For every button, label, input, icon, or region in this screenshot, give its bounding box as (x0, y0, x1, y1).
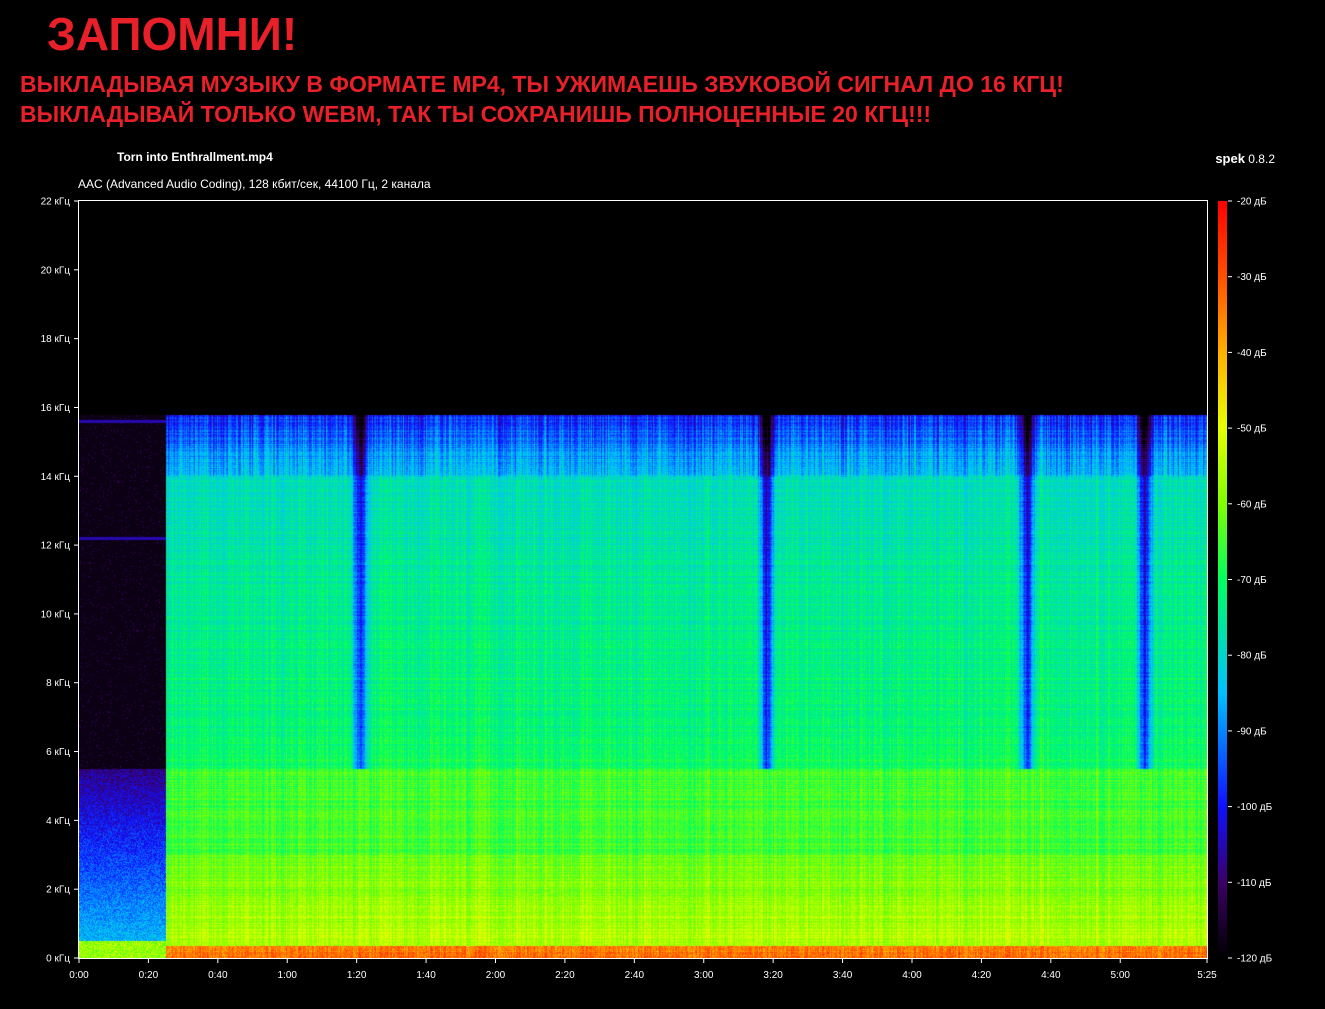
y-tick-label: 14 кГц (41, 472, 71, 483)
colorbar-tick-label: -20 дБ (1237, 197, 1267, 208)
y-tick-label: 12 кГц (41, 541, 71, 552)
x-tick-label: 4:00 (902, 970, 922, 981)
colorbar-tick-label: -50 дБ (1237, 424, 1267, 435)
y-axis: 0 кГц 2 кГц 4 кГц 6 кГц 8 кГц 10 кГц 12 кГц 14 … (41, 197, 78, 965)
colorbar-axis: -20 дБ -30 дБ -40 дБ -50 дБ -60 дБ -70 дБ -80 … (1228, 197, 1273, 965)
spectrogram-area (79, 201, 1207, 958)
colorbar-tick-label: -120 дБ (1237, 954, 1273, 965)
y-tick-label: 18 кГц (41, 334, 71, 345)
x-tick-label: 4:20 (972, 970, 992, 981)
x-tick-label: 2:00 (486, 970, 506, 981)
colorbar-tick-label: -90 дБ (1237, 726, 1267, 737)
x-tick-label: 5:25 (1197, 970, 1217, 981)
y-tick-label: 10 кГц (41, 609, 71, 620)
y-tick-label: 16 кГц (41, 403, 71, 414)
colorbar-tick-label: -110 дБ (1237, 878, 1272, 889)
y-tick-label: 0 кГц (46, 954, 70, 965)
spectrogram-canvas (79, 201, 1207, 958)
x-tick-label: 5:00 (1110, 970, 1130, 981)
x-tick-label: 1:20 (347, 970, 367, 981)
colorbar-tick-label: -60 дБ (1237, 499, 1267, 510)
y-tick-label: 6 кГц (46, 747, 70, 758)
y-tick-label: 20 кГц (41, 265, 71, 276)
x-tick-label: 0:00 (69, 970, 89, 981)
x-tick-label: 3:40 (833, 970, 853, 981)
x-tick-label: 0:40 (208, 970, 228, 981)
colorbar-tick-label: -40 дБ (1237, 348, 1267, 359)
colorbar-tick-label: -30 дБ (1237, 272, 1267, 283)
x-tick-label: 3:20 (763, 970, 783, 981)
y-tick-label: 4 кГц (46, 816, 70, 827)
spectrogram-chart: 0 кГц 2 кГц 4 кГц 6 кГц 8 кГц 10 кГц 12 кГц 14 … (41, 197, 1273, 982)
x-axis: 0:00 0:20 0:40 1:00 1:20 1:40 2:00 2:20 2:40 3:00… (69, 959, 1217, 981)
x-tick-label: 4:40 (1041, 970, 1061, 981)
x-tick-label: 2:40 (625, 970, 645, 981)
y-tick-label: 8 кГц (46, 678, 70, 689)
colorbar-tick-label: -80 дБ (1237, 651, 1267, 662)
colorbar-tick-label: -100 дБ (1237, 802, 1273, 813)
y-tick-label: 2 кГц (46, 885, 70, 896)
x-tick-label: 1:40 (416, 970, 436, 981)
x-tick-label: 1:00 (278, 970, 298, 981)
colorbar (1218, 201, 1227, 958)
colorbar-tick-label: -70 дБ (1237, 575, 1267, 586)
x-tick-label: 3:00 (694, 970, 714, 981)
x-tick-label: 2:20 (555, 970, 575, 981)
x-tick-label: 0:20 (139, 970, 159, 981)
y-tick-label: 22 кГц (41, 197, 71, 208)
